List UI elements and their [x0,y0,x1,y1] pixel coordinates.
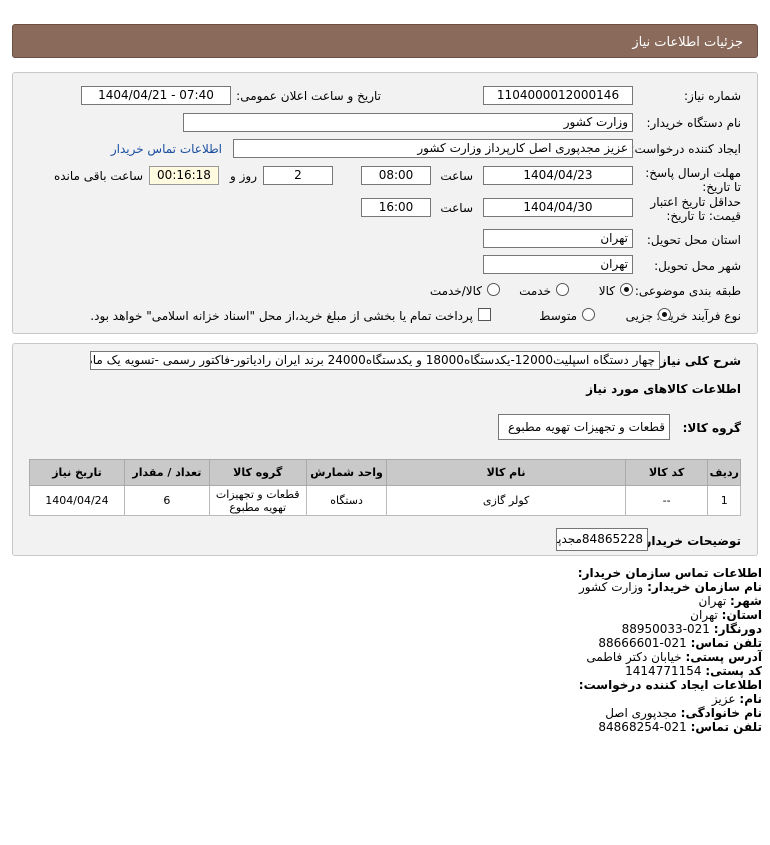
category-radio-service[interactable] [556,283,569,296]
buyer-contact-link[interactable]: اطلاعات تماس خریدار [111,142,222,156]
org-city-value: تهران [698,594,727,608]
org-address-line: آدرس پستی: خیابان دکتر فاطمی [586,650,762,664]
process-radio-medium[interactable] [582,308,595,321]
cell-unit: دستگاه [305,485,388,516]
category-option-service: خدمت [519,284,551,298]
details-panel: شماره نیاز: 1104000012000146 تاریخ و ساع… [12,72,758,334]
need-number-field: 1104000012000146 [483,86,633,105]
col-name: نام کالا [386,459,626,486]
creator-phone-label: تلفن تماس: [690,720,762,734]
cell-group: قطعات و تجهیزات تهویه مطبوع [208,485,307,516]
buyer-org-label: نام دستگاه خریدار: [646,116,742,130]
deadline-date-field: 1404/04/23 [483,166,633,185]
category-option-goods-service: کالا/خدمت [429,284,482,298]
need-number-label: شماره نیاز: [684,89,741,103]
col-group: گروه کالا [208,459,307,486]
remaining-label: ساعت باقی مانده [53,169,143,183]
col-qty: تعداد / مقدار [123,459,210,486]
org-postal-line: کد پستی: 1414771154 [625,664,762,678]
creator-last-name-label: نام خانوادگی: [680,706,762,720]
cell-qty: 6 [123,485,210,516]
city-field: تهران [483,255,633,274]
announce-field: 1404/04/21 - 07:40 [81,86,231,105]
col-unit: واحد شمارش [305,459,388,486]
process-radio-minor[interactable] [658,308,671,321]
category-radio-goods-service[interactable] [487,283,500,296]
org-fax-label: دورنگار: [713,622,762,636]
cell-date: 1404/04/24 [29,485,125,516]
org-city-label: شهر: [730,594,762,608]
org-postal-label: کد پستی: [705,664,762,678]
category-label: طبقه بندی موضوعی: [634,284,741,298]
cell-name: کولر گازی [386,485,626,516]
validity-time-field: 16:00 [361,198,431,217]
col-row: ردیف [707,459,741,486]
org-address-label: آدرس پستی: [685,650,762,664]
org-postal-value: 1414771154 [625,664,702,678]
org-address-value: خیابان دکتر فاطمی [586,650,682,664]
validity-date-field: 1404/04/30 [483,198,633,217]
goods-table-header: ردیف کد کالا نام کالا واحد شمارش گروه کا… [29,459,741,486]
announce-label: تاریخ و ساعت اعلان عمومی: [236,89,381,103]
contact-section: اطلاعات تماس سازمان خریدار: نام سازمان خ… [370,566,770,746]
creator-last-name-value: مجدپوری اصل [605,706,677,720]
payment-note: پرداخت تمام یا بخشی از مبلغ خرید،از محل … [90,309,473,323]
org-name-label: نام سازمان خریدار: [647,580,762,594]
province-label: استان محل تحویل: [646,233,741,247]
province-field: تهران [483,229,633,248]
deadline-label: مهلت ارسال پاسخ: تا تاریخ: [645,166,741,194]
process-option-minor: جزیی [625,309,653,323]
summary-field: چهار دستگاه اسپلیت12000-یکدستگاه18000 و … [90,351,660,370]
creator-first-name-line: نام: عزیز [712,692,762,706]
creator-label: ایجاد کننده درخواست: [630,142,741,156]
treasury-checkbox[interactable] [478,308,491,321]
creator-first-name-value: عزیز [711,692,736,706]
needs-panel: شرح کلی نیاز: چهار دستگاه اسپلیت12000-یک… [12,343,758,556]
org-fax-line: دورنگار: 021-88950033 [622,622,762,636]
category-radio-goods[interactable] [620,283,633,296]
creator-phone-line: تلفن تماس: 021-84868254 [598,720,762,734]
table-row: 1 -- کولر گازی دستگاه قطعات و تجهیزات ته… [29,485,741,516]
days-label: روز و [230,169,257,183]
creator-field: عزیز مجدپوری اصل کارپرداز وزارت کشور [233,139,633,158]
deadline-time-field: 08:00 [361,166,431,185]
cell-row: 1 [707,485,741,516]
validity-label: حداقل تاریخ اعتبار قیمت: تا تاریخ: [650,195,741,223]
creator-phone-value: 021-84868254 [598,720,687,734]
org-province-line: استان: تهران [690,608,762,622]
org-province-value: تهران [690,608,718,622]
category-option-goods: کالا [598,284,615,298]
goods-info-title: اطلاعات کالاهای مورد نیاز [586,382,741,396]
buyer-notes-field: 84865228مجدپور [556,528,648,551]
col-date: تاریخ نیاز [29,459,125,486]
org-phone-value: 021-88666601 [598,636,687,650]
city-label: شهر محل تحویل: [654,259,741,273]
org-phone-line: تلفن تماس: 021-88666601 [598,636,762,650]
org-city-line: شهر: تهران [699,594,762,608]
creator-first-name-label: نام: [739,692,762,706]
summary-label: شرح کلی نیاز: [655,354,741,368]
org-phone-label: تلفن تماس: [690,636,762,650]
goods-table: ردیف کد کالا نام کالا واحد شمارش گروه کا… [29,459,741,516]
creator-contact-title: اطلاعات ایجاد کننده درخواست: [578,678,762,692]
org-contact-title: اطلاعات تماس سازمان خریدار: [577,566,762,580]
process-option-medium: متوسط [539,309,577,323]
remaining-timer: 00:16:18 [149,166,219,185]
validity-time-label: ساعت [440,201,473,215]
cell-code: -- [624,485,709,516]
org-name-value: وزارت کشور [578,580,644,594]
goods-group-label: گروه کالا: [682,421,741,435]
col-code: کد کالا [624,459,709,486]
creator-last-name-line: نام خانوادگی: مجدپوری اصل [605,706,762,720]
buyer-notes-label: توضیحات خریدار: [639,534,741,548]
page-title: جزئیات اطلاعات نیاز [632,35,743,50]
deadline-time-label: ساعت [440,169,473,183]
buyer-org-field: وزارت کشور [183,113,633,132]
org-province-label: استان: [721,608,762,622]
page-header: جزئیات اطلاعات نیاز [12,24,758,58]
days-field: 2 [263,166,333,185]
goods-group-field: قطعات و تجهیزات تهویه مطبوع [498,414,670,440]
org-fax-value: 021-88950033 [621,622,710,636]
org-name-line: نام سازمان خریدار: وزارت کشور [579,580,762,594]
